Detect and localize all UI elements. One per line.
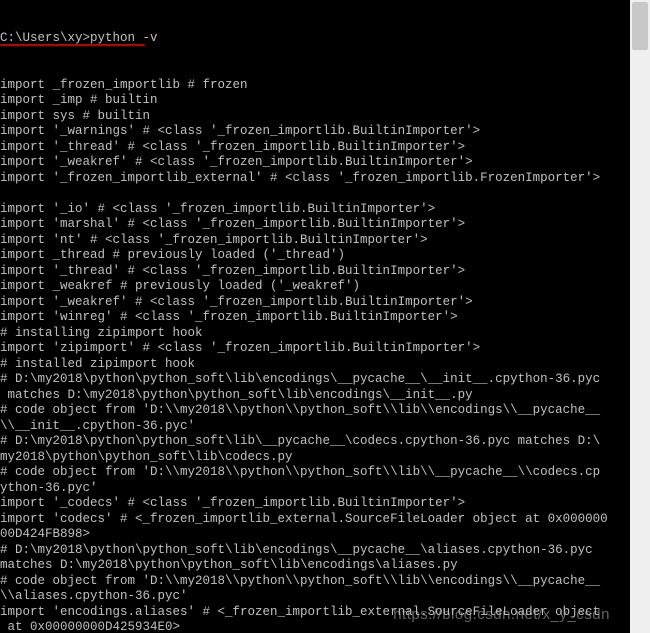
terminal-output-line: # code object from 'D:\\my2018\\python\\… bbox=[0, 574, 630, 590]
terminal-output-line: ython-36.pyc' bbox=[0, 481, 630, 497]
terminal-output-line: import '_weakref' # <class '_frozen_impo… bbox=[0, 295, 630, 311]
terminal-output-line: import '_weakref' # <class '_frozen_impo… bbox=[0, 155, 630, 171]
terminal-output-line: import _thread # previously loaded ('_th… bbox=[0, 248, 630, 264]
terminal-output-line: \\aliases.cpython-36.pyc' bbox=[0, 589, 630, 605]
terminal-output-line: import 'zipimport' # <class '_frozen_imp… bbox=[0, 341, 630, 357]
shell-prompt: C:\Users\xy> bbox=[0, 31, 90, 45]
terminal-output-line: # D:\my2018\python\python_soft\lib\encod… bbox=[0, 543, 630, 559]
blank-line bbox=[0, 186, 630, 202]
terminal-output-line: import '_frozen_importlib_external' # <c… bbox=[0, 171, 630, 187]
terminal-output-line: import _imp # builtin bbox=[0, 93, 630, 109]
terminal-output-line: # code object from 'D:\\my2018\\python\\… bbox=[0, 403, 630, 419]
terminal-output-line: matches D:\my2018\python\python_soft\lib… bbox=[0, 388, 630, 404]
terminal-output-line: import 'winreg' # <class '_frozen_import… bbox=[0, 310, 630, 326]
terminal-output-line: import '_thread' # <class '_frozen_impor… bbox=[0, 264, 630, 280]
viewport: C:\Users\xy>python -v import _frozen_imp… bbox=[0, 0, 650, 633]
terminal-output-line: matches D:\my2018\python\python_soft\lib… bbox=[0, 558, 630, 574]
terminal-output-line: import 'nt' # <class '_frozen_importlib.… bbox=[0, 233, 630, 249]
terminal-output-line: import '_codecs' # <class '_frozen_impor… bbox=[0, 496, 630, 512]
terminal-window[interactable]: C:\Users\xy>python -v import _frozen_imp… bbox=[0, 0, 630, 633]
terminal-output-line: at 0x00000000D425934E0> bbox=[0, 620, 630, 633]
terminal-output-line: \\__init__.cpython-36.pyc' bbox=[0, 419, 630, 435]
annotation-underline bbox=[0, 44, 145, 46]
terminal-output-line: import _frozen_importlib # frozen bbox=[0, 78, 630, 94]
terminal-content[interactable]: C:\Users\xy>python -v import _frozen_imp… bbox=[0, 0, 630, 633]
terminal-output-line: import 'codecs' # <_frozen_importlib_ext… bbox=[0, 512, 630, 528]
vertical-scrollbar[interactable] bbox=[630, 0, 650, 633]
terminal-output-line: import 'marshal' # <class '_frozen_impor… bbox=[0, 217, 630, 233]
terminal-output-line: import '_io' # <class '_frozen_importlib… bbox=[0, 202, 630, 218]
terminal-output-line: import sys # builtin bbox=[0, 109, 630, 125]
prompt-line: C:\Users\xy>python -v bbox=[0, 31, 630, 47]
terminal-output-line: my2018\python\python_soft\lib\codecs.py bbox=[0, 450, 630, 466]
terminal-output-line: 00D424FB898> bbox=[0, 527, 630, 543]
terminal-output-line: # D:\my2018\python\python_soft\lib\__pyc… bbox=[0, 434, 630, 450]
terminal-output-line: # code object from 'D:\\my2018\\python\\… bbox=[0, 465, 630, 481]
terminal-output-line: import 'encodings.aliases' # <_frozen_im… bbox=[0, 605, 630, 621]
scrollbar-thumb[interactable] bbox=[632, 2, 648, 50]
terminal-output-line: import _weakref # previously loaded ('_w… bbox=[0, 279, 630, 295]
command-text: python -v bbox=[90, 31, 158, 45]
terminal-output-line: # installing zipimport hook bbox=[0, 326, 630, 342]
terminal-output-line: import '_thread' # <class '_frozen_impor… bbox=[0, 140, 630, 156]
terminal-output-line: import '_warnings' # <class '_frozen_imp… bbox=[0, 124, 630, 140]
terminal-output-line: # installed zipimport hook bbox=[0, 357, 630, 373]
terminal-output-line: # D:\my2018\python\python_soft\lib\encod… bbox=[0, 372, 630, 388]
